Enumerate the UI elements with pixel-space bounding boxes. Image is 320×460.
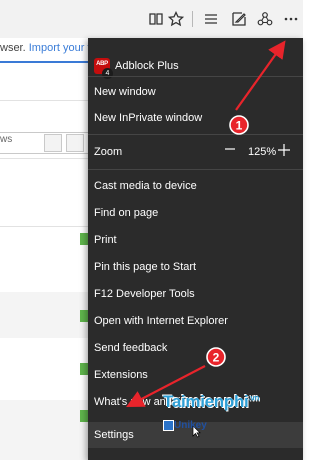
settings-label: Settings	[94, 429, 134, 441]
page-divider	[0, 226, 88, 227]
zoom-out-button[interactable]	[224, 143, 236, 155]
page-button[interactable]	[44, 134, 62, 152]
print-label: Print	[94, 234, 117, 246]
menu-item-developer-tools[interactable]: F12 Developer Tools	[88, 283, 303, 305]
page-content-block	[0, 400, 88, 460]
toolbar-divider	[192, 11, 193, 27]
zoom-label: Zoom	[94, 146, 123, 158]
watermark-text: Taimienphi	[163, 392, 249, 411]
watermark-logo: Taimienphi.vn	[163, 392, 259, 412]
import-notice: wser. Import your fav	[0, 42, 102, 54]
menu-item-extensions[interactable]: Extensions	[88, 364, 303, 386]
menu-item-print[interactable]: Print	[88, 229, 303, 251]
adblock-badge-text: ABP	[96, 61, 108, 67]
reading-view-icon[interactable]	[148, 11, 164, 27]
browser-toolbar	[0, 0, 303, 39]
menu-item-pin-to-start[interactable]: Pin this page to Start	[88, 256, 303, 278]
menu-item-send-feedback[interactable]: Send feedback	[88, 337, 303, 359]
menu-separator	[88, 134, 303, 135]
unikey-label: Unikey	[174, 420, 207, 431]
page-accent-line	[0, 61, 88, 63]
menu-item-new-window[interactable]: New window	[88, 81, 303, 103]
page-search-text: ws	[0, 134, 13, 145]
share-icon[interactable]	[257, 11, 273, 27]
page-button[interactable]	[66, 134, 84, 152]
open-with-ie-label: Open with Internet Explorer	[94, 315, 228, 327]
hub-icon[interactable]	[203, 11, 219, 27]
new-window-label: New window	[94, 86, 156, 98]
pin-to-start-label: Pin this page to Start	[94, 261, 197, 273]
menu-item-adblock-plus[interactable]: ABP 4 Adblock Plus	[88, 46, 303, 79]
send-feedback-label: Send feedback	[94, 342, 168, 354]
page-content-block	[0, 292, 88, 338]
more-actions-icon[interactable]	[283, 11, 299, 27]
unikey-icon	[163, 420, 174, 431]
menu-separator	[88, 76, 303, 77]
extensions-label: Extensions	[94, 369, 148, 381]
watermark-suffix: .vn	[248, 393, 260, 403]
menu-item-cast-media[interactable]: Cast media to device	[88, 175, 303, 197]
adblock-plus-icon: ABP 4	[94, 58, 113, 79]
web-note-icon[interactable]	[231, 11, 247, 27]
developer-tools-label: F12 Developer Tools	[94, 288, 195, 300]
cast-media-label: Cast media to device	[94, 180, 197, 192]
adblock-count-badge: 4	[102, 68, 113, 79]
zoom-in-button[interactable]	[277, 143, 291, 157]
page-divider	[0, 100, 88, 101]
find-on-page-label: Find on page	[94, 207, 159, 219]
menu-item-open-with-ie[interactable]: Open with Internet Explorer	[88, 310, 303, 332]
adblock-plus-label: Adblock Plus	[115, 60, 179, 72]
zoom-level: 125%	[248, 146, 277, 158]
menu-item-find-on-page[interactable]: Find on page	[88, 202, 303, 224]
menu-item-new-inprivate-window[interactable]: New InPrivate window	[88, 107, 303, 129]
notice-text: wser.	[0, 42, 26, 54]
menu-separator	[88, 169, 303, 170]
favorite-star-icon[interactable]	[168, 11, 184, 27]
new-inprivate-label: New InPrivate window	[94, 112, 203, 124]
page-divider	[0, 158, 88, 159]
